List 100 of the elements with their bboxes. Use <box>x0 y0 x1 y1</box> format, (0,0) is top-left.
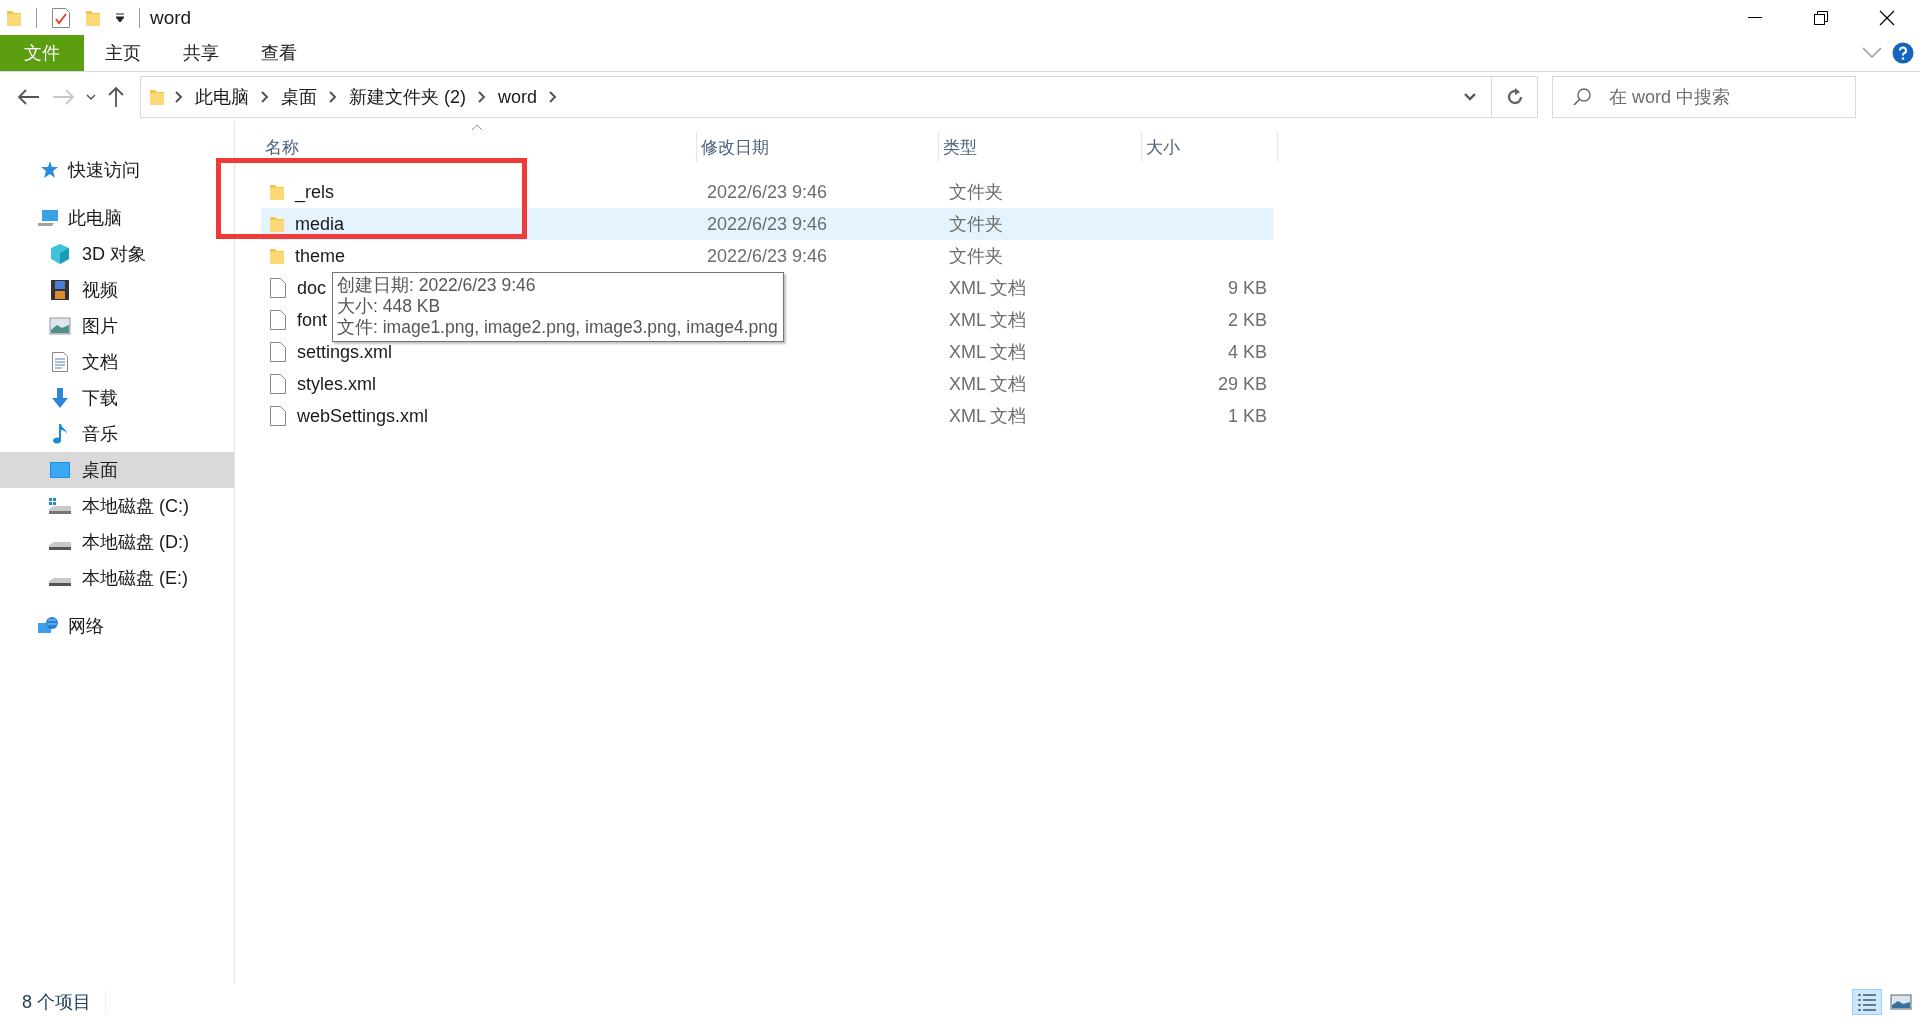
file-icon <box>269 309 287 331</box>
up-arrow-icon <box>108 86 124 108</box>
chevron-right-icon[interactable] <box>549 91 557 103</box>
column-header[interactable]: 修改日期 <box>697 132 939 162</box>
file-size: 29 KB <box>1217 373 1267 394</box>
file-name[interactable]: doc <box>297 277 327 299</box>
help-icon[interactable] <box>1892 42 1914 64</box>
sidebar-item[interactable]: 下载 <box>0 380 234 416</box>
back-arrow-icon <box>18 89 40 105</box>
file-name[interactable]: styles.xml <box>297 373 376 395</box>
column-header[interactable]: 类型 <box>939 132 1142 162</box>
file-size: 9 KB <box>1227 277 1267 298</box>
details-view-icon <box>1856 992 1878 1012</box>
file-row[interactable]: media 2022/6/23 9:46 文件夹 <box>261 208 1273 240</box>
file-name[interactable]: theme <box>295 245 346 267</box>
file-type: XML 文档 <box>949 342 1027 362</box>
sidebar-label: 网络 <box>68 615 104 638</box>
document-icon <box>51 351 69 373</box>
sidebar-label: 视频 <box>82 279 118 302</box>
file-icon <box>269 373 287 395</box>
file-type: XML 文档 <box>949 406 1027 426</box>
sidebar-label: 音乐 <box>82 423 118 446</box>
file-type: 文件夹 <box>949 246 1003 266</box>
sidebar-label: 本地磁盘 (D:) <box>82 531 189 554</box>
film-icon <box>50 279 70 301</box>
caret-icon <box>86 93 96 101</box>
breadcrumb[interactable]: 此电脑 <box>193 83 251 111</box>
sidebar-item[interactable]: 音乐 <box>0 416 234 452</box>
folder-icon <box>269 246 285 266</box>
sidebar-label: 文档 <box>82 351 118 374</box>
dropdown-icon[interactable] <box>115 12 125 23</box>
image-icon <box>49 317 71 335</box>
modified-date: 2022/6/23 9:46 <box>707 213 828 234</box>
column-header[interactable]: 大小 <box>1142 132 1278 162</box>
address-bar[interactable]: 此电脑 桌面 新建文件夹 (2) word <box>140 76 1492 118</box>
chevron-right-icon[interactable] <box>478 91 486 103</box>
sidebar-item[interactable]: 3D 对象 <box>0 236 234 272</box>
ribbon-tab[interactable]: 主页 <box>84 35 162 71</box>
file-size: 4 KB <box>1227 341 1267 362</box>
column-header[interactable]: 名称 <box>261 132 697 162</box>
sidebar-item[interactable]: 文档 <box>0 344 234 380</box>
large-icons-view-icon <box>1890 992 1912 1012</box>
view-button[interactable] <box>1852 989 1882 1015</box>
folder-icon <box>269 214 285 234</box>
restore-icon <box>1813 9 1829 26</box>
sidebar-item[interactable]: 此电脑 <box>0 200 234 236</box>
sidebar-item[interactable]: 本地磁盘 (C:) <box>0 488 234 524</box>
checklist-icon[interactable] <box>51 6 71 29</box>
chevron-down-icon[interactable] <box>1463 92 1477 102</box>
tooltip-line: 大小: 448 KB <box>337 296 442 317</box>
sidebar-item[interactable]: 视频 <box>0 272 234 308</box>
sidebar-item[interactable]: 图片 <box>0 308 234 344</box>
ribbon-tab[interactable]: 查看 <box>240 35 318 71</box>
window-title: word <box>150 6 192 29</box>
folder-icon <box>269 182 285 202</box>
sidebar-label: 下载 <box>82 387 118 410</box>
modified-date: 2022/6/23 9:46 <box>707 245 828 266</box>
refresh-button[interactable] <box>1492 76 1538 118</box>
forward-arrow-icon <box>52 89 74 105</box>
chevron-right-icon[interactable] <box>175 91 183 103</box>
sidebar-item[interactable]: 本地磁盘 (D:) <box>0 524 234 560</box>
drive-icon <box>48 541 72 551</box>
file-type: XML 文档 <box>949 310 1027 330</box>
item-count: 8 个项目 <box>22 990 106 1014</box>
chevron-right-icon[interactable] <box>261 91 269 103</box>
file-icon <box>269 405 287 427</box>
sidebar-label: 本地磁盘 (C:) <box>82 495 189 518</box>
file-name: media <box>295 213 345 235</box>
sidebar-item[interactable]: 快速访问 <box>0 152 234 188</box>
sidebar-item[interactable]: 本地磁盘 (E:) <box>0 560 234 596</box>
cube-icon <box>49 243 71 265</box>
breadcrumb[interactable]: 桌面 <box>279 83 319 111</box>
file-name[interactable]: settings.xml <box>297 341 393 363</box>
minimize-icon <box>1748 16 1762 19</box>
file-type: 文件夹 <box>949 182 1003 202</box>
chevron-right-icon[interactable] <box>329 91 337 103</box>
breadcrumb[interactable]: word <box>496 84 539 110</box>
computer-icon <box>37 208 59 228</box>
modified-date: 2022/6/23 9:46 <box>707 181 828 202</box>
ribbon-tab[interactable]: 共享 <box>162 35 240 71</box>
file-size: 1 KB <box>1227 405 1267 426</box>
download-icon <box>50 387 70 409</box>
sidebar-label: 3D 对象 <box>82 243 146 266</box>
search-field[interactable]: 在 word 中搜索 <box>1552 76 1856 118</box>
file-name[interactable]: _rels <box>295 181 334 203</box>
folder-icon <box>149 87 165 107</box>
sidebar-label: 桌面 <box>82 459 118 482</box>
sidebar-item[interactable]: 桌面 <box>0 452 234 488</box>
file-name[interactable]: webSettings.xml <box>297 405 429 427</box>
sidebar-item[interactable]: 网络 <box>0 608 234 644</box>
file-name[interactable]: font <box>297 309 328 331</box>
drive-icon <box>48 577 72 587</box>
sidebar-label: 图片 <box>82 315 118 338</box>
close-icon <box>1879 9 1895 26</box>
file-type: 文件夹 <box>949 214 1003 234</box>
tooltip-line: 文件: image1.png, image2.png, image3.png, image4.png <box>337 317 778 338</box>
desktop-icon <box>49 461 71 479</box>
file-icon <box>269 277 287 299</box>
drive-icon <box>48 497 72 515</box>
breadcrumb[interactable]: 新建文件夹 (2) <box>347 83 468 111</box>
